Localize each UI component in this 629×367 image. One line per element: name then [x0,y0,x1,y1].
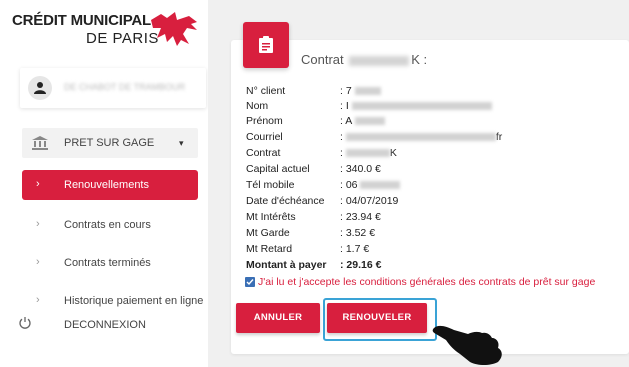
detail-key: Nom [246,100,269,112]
menu-group-label: PRET SUR GAGE [64,137,155,149]
user-card[interactable]: DE CHABOT DE TRAMBOUR [20,68,206,108]
sidebar: CRÉDIT MUNICIPAL DE PARIS DE CHABOT DE T… [0,0,208,367]
sidebar-item-label: Renouvellements [64,179,149,191]
detail-value: : 1.7 € [340,243,370,255]
menu-group-pret-sur-gage[interactable]: PRET SUR GAGE ▾ [22,128,198,158]
detail-value: : K [340,147,397,159]
detail-key: Tél mobile [246,179,295,191]
sidebar-item-label: Contrats terminés [64,257,151,269]
sidebar-item-contrats-en-cours[interactable]: › Contrats en cours [22,210,198,240]
detail-key: Montant à payer [246,259,327,271]
clipboard-icon [259,36,273,53]
card-title-prefix: Contrat [301,52,344,67]
detail-value: : 3.52 € [340,227,376,239]
power-icon [19,317,31,329]
detail-key: Contrat [246,147,281,159]
sidebar-item-label: Contrats en cours [64,219,151,231]
card-badge [243,22,289,68]
brand-line1: CRÉDIT MUNICIPAL [12,12,152,29]
sidebar-item-label: Historique paiement en ligne [64,295,204,307]
card-title: Contrat K : [301,52,427,67]
detail-key: Mt Retard [246,243,293,255]
sidebar-item-contrats-termines[interactable]: › Contrats terminés [22,248,198,278]
user-icon [34,82,46,94]
brand-logo[interactable]: CRÉDIT MUNICIPAL DE PARIS [6,10,206,50]
detail-value: : I [340,100,492,112]
sidebar-item-renouvellements[interactable]: › Renouvellements [22,170,198,200]
user-name: DE CHABOT DE TRAMBOUR [64,82,186,92]
detail-value: : 7 [340,85,381,97]
cancel-button[interactable]: ANNULER [236,303,320,333]
chevron-right-icon: › [36,218,40,230]
pointing-hand-icon [432,325,502,365]
detail-value: : 06 [340,179,401,191]
detail-key: Mt Intérêts [246,211,296,223]
terms-checkbox[interactable] [245,277,255,287]
detail-value: : 340.0 € [340,163,381,175]
detail-key: Prénom [246,115,283,127]
terms-label[interactable]: J'ai lu et j'accepte les conditions géné… [258,276,595,288]
check-icon [246,279,254,286]
card-title-suffix: K : [411,52,428,67]
bank-icon [32,136,48,150]
avatar [28,76,52,100]
detail-value: : A [340,115,385,127]
detail-key: Mt Garde [246,227,290,239]
detail-value: : 23.94 € [340,211,381,223]
detail-key: Capital actuel [246,163,310,175]
detail-value: : 04/07/2019 [340,195,399,207]
detail-key: Courriel [246,131,283,143]
redacted-contract-number [349,55,410,66]
logout-label: DECONNEXION [64,319,146,331]
sidebar-item-historique-paiement[interactable]: › Historique paiement en ligne [22,286,203,316]
chevron-right-icon: › [36,178,40,190]
caret-down-icon: ▾ [179,138,184,148]
dragon-logo-icon [151,12,197,46]
chevron-right-icon: › [36,256,40,268]
detail-key: Date d'échéance [246,195,325,207]
detail-value: : fr [340,131,503,143]
detail-value: : 29.16 € [340,259,382,271]
logout-button[interactable]: DECONNEXION [18,316,198,336]
chevron-right-icon: › [36,294,40,306]
detail-key: N° client [246,85,286,97]
renew-button[interactable]: RENOUVELER [327,303,427,333]
